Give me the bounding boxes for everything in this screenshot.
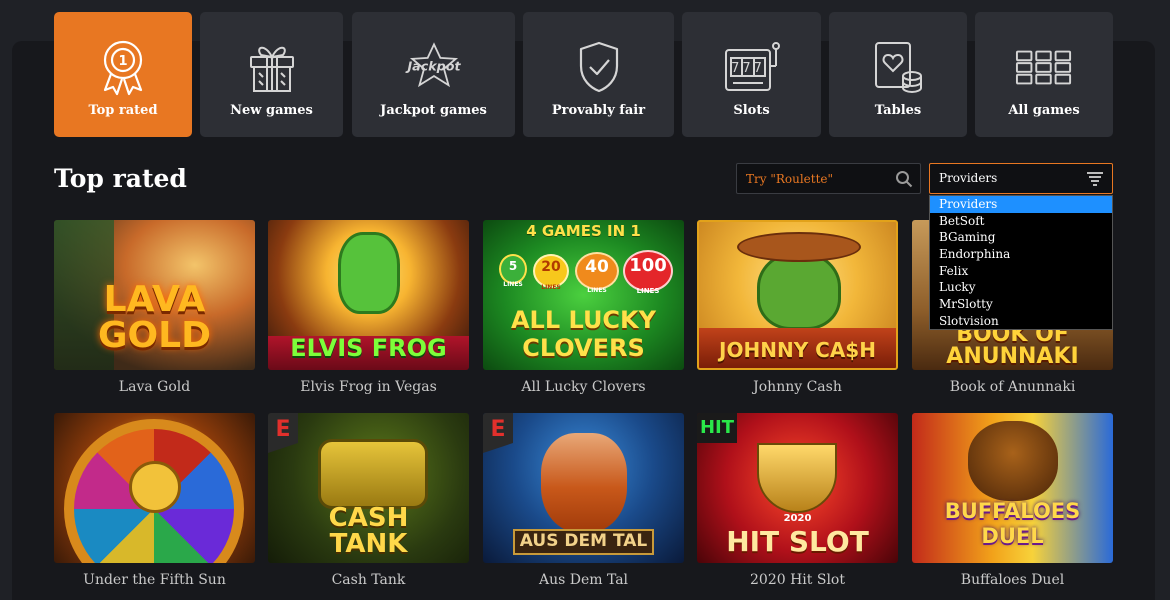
game-name: Lava Gold: [118, 379, 191, 395]
provider-option[interactable]: Endorphina: [930, 246, 1112, 263]
providers-select[interactable]: Providers: [929, 163, 1113, 194]
game-name: Elvis Frog in Vegas: [300, 379, 437, 395]
game-art-title: CASH TANK: [328, 503, 409, 559]
search-input[interactable]: [737, 164, 887, 193]
game-art-title: ELVIS FROG: [290, 334, 447, 362]
game-card[interactable]: ELVIS FROG Elvis Frog in Vegas: [268, 220, 469, 395]
game-thumbnail[interactable]: E AUS DEM TAL: [483, 413, 684, 563]
provider-option[interactable]: BGaming: [930, 229, 1112, 246]
game-name: Book of Anunnaki: [949, 379, 1076, 395]
category-top-rated[interactable]: 1 Top rated: [54, 12, 192, 137]
game-thumbnail[interactable]: E CASH TANK: [268, 413, 469, 563]
game-name: Johnny Cash: [753, 379, 842, 395]
lines-badge: 20 LINES: [533, 254, 569, 291]
category-slots[interactable]: 777 Slots: [682, 12, 821, 137]
cowboy-hat: [737, 232, 861, 262]
category-label: Provably fair: [551, 103, 646, 118]
game-name: Under the Fifth Sun: [83, 572, 226, 588]
game-thumbnail[interactable]: 4 GAMES IN 1 5 LINES 20 LINES 40 LINES 100 L…: [483, 220, 684, 370]
medal-number: 1: [118, 54, 127, 69]
lines-badge: 100 LINES: [623, 250, 673, 295]
provider-option[interactable]: Providers: [930, 196, 1112, 213]
gift-icon: [243, 38, 301, 96]
game-thumbnail[interactable]: HIT 2020 HIT SLOT: [697, 413, 898, 563]
buffalo-head: [968, 421, 1058, 501]
jackpot-word: Jackpot: [405, 59, 461, 74]
category-tables[interactable]: Tables: [829, 12, 967, 137]
game-art-top: 4 GAMES IN 1: [526, 222, 641, 240]
category-jackpot-games[interactable]: Jackpot Jackpot games: [352, 12, 515, 137]
hit-badge: HIT: [697, 413, 737, 443]
category-label: Tables: [874, 103, 922, 118]
bearded-man: [541, 433, 627, 533]
provider-option[interactable]: BetSoft: [930, 213, 1112, 230]
game-card[interactable]: LAVA GOLD Lava Gold: [54, 220, 255, 395]
provider-option[interactable]: Lucky: [930, 279, 1112, 296]
game-card[interactable]: HIT 2020 HIT SLOT 2020 Hit Slot: [697, 413, 898, 588]
search-icon[interactable]: [895, 170, 913, 188]
game-thumbnail[interactable]: ELVIS FROG: [268, 220, 469, 370]
tank-character: [318, 439, 428, 509]
provider-option[interactable]: MrSlotty: [930, 296, 1112, 313]
providers-dropdown: Providers BetSoft BGaming Endorphina Fel…: [929, 195, 1113, 330]
category-label: Slots: [733, 103, 770, 118]
provider-badge: E: [268, 413, 298, 453]
trophy: [757, 443, 837, 513]
category-provably-fair[interactable]: Provably fair: [523, 12, 674, 137]
game-card[interactable]: E CASH TANK Cash Tank: [268, 413, 469, 588]
providers-selected-value: Providers: [939, 171, 998, 185]
game-art-title: HIT SLOT: [726, 525, 869, 558]
game-card[interactable]: E AUS DEM TAL Aus Dem Tal: [483, 413, 684, 588]
provider-option[interactable]: Slotvision: [930, 313, 1112, 330]
category-label: All games: [1008, 103, 1080, 118]
category-label: New games: [230, 103, 313, 118]
game-thumbnail[interactable]: LAVA GOLD: [54, 220, 255, 370]
game-thumbnail[interactable]: [54, 413, 255, 563]
section-title: Top rated: [54, 164, 187, 193]
frog-character: [338, 232, 400, 314]
category-new-games[interactable]: New games: [200, 12, 343, 137]
game-name: Buffaloes Duel: [960, 572, 1065, 588]
lines-badge: 5 LINES: [499, 254, 527, 288]
game-thumbnail[interactable]: JOHNNY CA$H: [697, 220, 898, 370]
provider-option[interactable]: Felix: [930, 263, 1112, 280]
game-name: Cash Tank: [331, 572, 406, 588]
game-card[interactable]: JOHNNY CA$H Johnny Cash: [697, 220, 898, 395]
category-label: Top rated: [88, 103, 158, 118]
game-name: 2020 Hit Slot: [750, 572, 845, 588]
jackpot-star-icon: Jackpot: [405, 38, 463, 96]
card-chips-icon: [869, 38, 927, 96]
game-art-title: ALL LUCKY CLOVERS: [510, 306, 657, 362]
filter-icon: [1086, 171, 1104, 187]
game-card[interactable]: 4 GAMES IN 1 5 LINES 20 LINES 40 LINES 100 L…: [483, 220, 684, 395]
game-thumbnail[interactable]: BUFFALOES DUEL: [912, 413, 1113, 563]
slot-machine-icon: 777: [723, 38, 781, 96]
game-art-year: 2020: [783, 513, 812, 524]
game-art-title: BOOK OF ANUNNAKI: [946, 322, 1079, 369]
game-art-title: AUS DEM TAL: [519, 531, 648, 551]
slot-reels: 777: [731, 61, 765, 76]
medal-icon: 1: [94, 38, 152, 96]
game-name: All Lucky Clovers: [521, 379, 646, 395]
shield-check-icon: [570, 38, 628, 96]
game-art-title: JOHNNY CA$H: [719, 338, 876, 362]
game-name: Aus Dem Tal: [538, 572, 629, 588]
grid-icon: [1015, 38, 1073, 96]
lines-badge: 40 LINES: [575, 252, 619, 294]
category-label: Jackpot games: [380, 103, 487, 118]
game-card[interactable]: Under the Fifth Sun: [54, 413, 255, 588]
category-all-games[interactable]: All games: [975, 12, 1113, 137]
game-card[interactable]: BUFFALOES DUEL Buffaloes Duel: [912, 413, 1113, 588]
game-art-title: BUFFALOES DUEL: [944, 499, 1081, 548]
provider-badge: E: [483, 413, 513, 453]
cactus-character: [757, 252, 841, 330]
game-art-title: LAVA GOLD: [98, 279, 211, 356]
search-box: [736, 163, 921, 194]
sun-mask: [129, 461, 181, 513]
